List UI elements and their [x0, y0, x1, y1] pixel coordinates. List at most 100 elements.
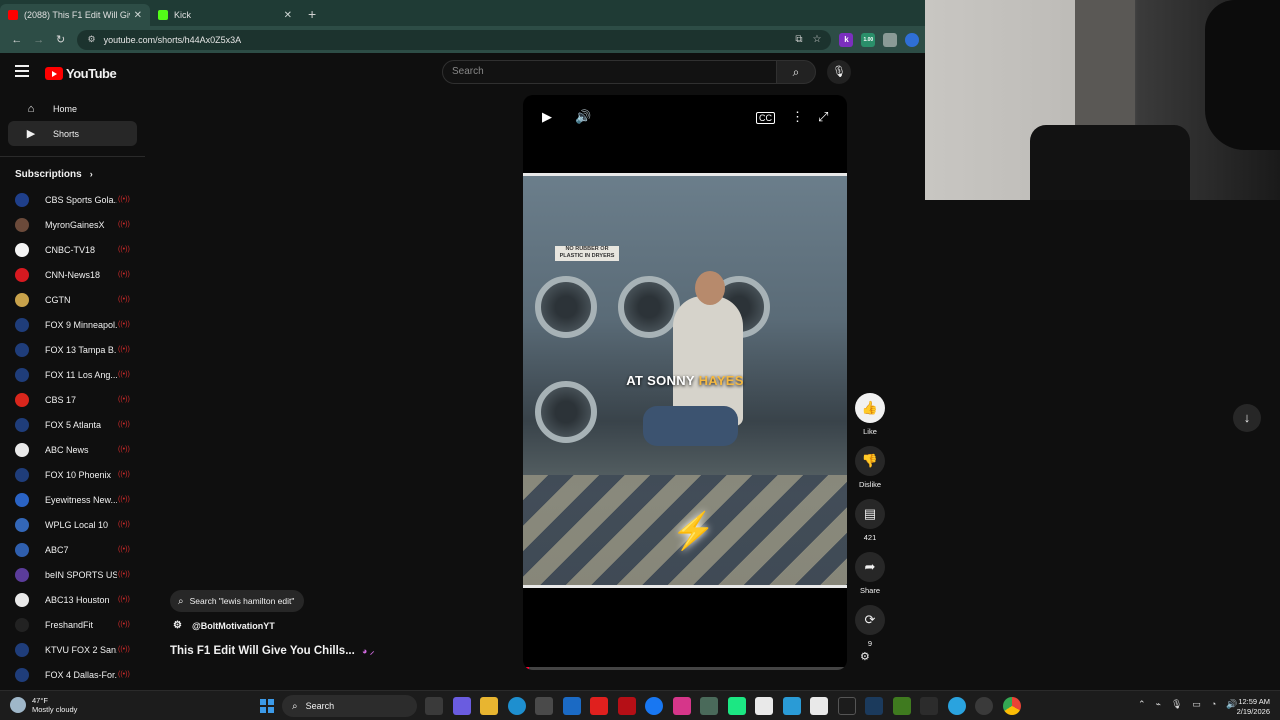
subscription-item[interactable]: FOX 9 Minneapol... ((•)) [0, 312, 145, 337]
amazon-icon[interactable] [755, 697, 773, 715]
facebook-icon[interactable] [645, 697, 663, 715]
close-tab-icon[interactable]: ✕ [134, 10, 142, 21]
voice-search-button[interactable]: 🎙 [827, 60, 851, 84]
profile-avatar-icon[interactable] [905, 32, 920, 47]
edge-icon[interactable] [507, 697, 526, 715]
nvidia-icon[interactable] [892, 697, 911, 715]
subscription-name: ABC News [45, 444, 89, 455]
extension-speed-icon[interactable]: 1.00 [861, 32, 876, 47]
tab-youtube[interactable]: (2088) This F1 Edit Will Give Yo ✕ [0, 4, 150, 26]
action-comment[interactable]: ▤ 421 [854, 499, 886, 542]
subscription-item[interactable]: KTVU FOX 2 San... ((•)) [0, 637, 145, 662]
menu-icon[interactable] [15, 65, 29, 80]
task-view-icon[interactable] [425, 697, 443, 715]
store-icon[interactable] [535, 697, 553, 715]
short-video-player[interactable]: ▶ 🔊 CC ⋮ ⤢ NO RUBBER OR PLASTIC IN DRYER… [523, 95, 847, 670]
sidebar-item-shorts[interactable]: ▶ Shorts [8, 121, 137, 146]
wifi-icon[interactable]: ◔ [1211, 699, 1216, 710]
next-short-button[interactable]: ↓ [1233, 404, 1261, 432]
video-title[interactable]: This F1 Edit Will Give You Chills... ◕ ⸝ [170, 644, 374, 657]
share-icon[interactable]: ➦ [855, 552, 885, 582]
subscription-item[interactable]: WPLG Local 10 ((•)) [0, 512, 145, 537]
channel-link[interactable]: ⚙ @BoltMotivationYT [173, 620, 275, 631]
youtube-logo[interactable]: YouTube [45, 66, 117, 81]
subscription-item[interactable]: ABC7 ((•)) [0, 537, 145, 562]
snowflake-app-icon[interactable] [782, 697, 801, 715]
subscriptions-header[interactable]: Subscriptions › [0, 165, 145, 183]
youtube-app-icon[interactable] [590, 697, 608, 715]
roblox-icon[interactable] [810, 697, 828, 715]
back-icon[interactable]: ← [6, 34, 28, 46]
video-progress-bar[interactable] [523, 667, 847, 670]
forward-icon[interactable]: → [28, 34, 50, 46]
remix-icon[interactable]: ⟳ [855, 605, 885, 635]
thumbs-down-icon[interactable]: 👎 [855, 446, 885, 476]
subscription-item[interactable]: FreshandFit ((•)) [0, 612, 145, 637]
action-remix[interactable]: ⟳ 9 [854, 605, 886, 648]
captions-icon[interactable]: CC [756, 112, 775, 124]
subscription-item[interactable]: FOX 5 Atlanta ((•)) [0, 412, 145, 437]
mail-icon[interactable] [700, 697, 718, 715]
action-share[interactable]: ➦ Share [854, 552, 886, 595]
taskbar-search[interactable]: ⌕ Search [282, 695, 417, 717]
close-tab-icon[interactable]: ✕ [284, 10, 292, 21]
file-explorer-icon[interactable] [480, 697, 498, 715]
tray-app-icon[interactable]: ⌁ [1156, 699, 1161, 710]
instagram-icon[interactable] [672, 697, 691, 715]
related-search-chip[interactable]: ⌕ Search "lewis hamilton edit" [170, 590, 305, 612]
tab-kick[interactable]: Kick ✕ [150, 4, 300, 26]
extension-puzzle-icon[interactable] [883, 32, 898, 47]
subscription-item[interactable]: FOX 4 Dallas-For... ((•)) [0, 662, 145, 687]
clock[interactable]: 12:59 AM 2/19/2026 [1228, 697, 1270, 717]
copilot-icon[interactable] [452, 697, 471, 715]
subscription-item[interactable]: Eyewitness New... ((•)) [0, 487, 145, 512]
subscription-item[interactable]: CBS Sports Gola... ((•)) [0, 187, 145, 212]
microphone-icon: 🎙 [832, 66, 846, 78]
new-tab-icon[interactable]: + [308, 6, 316, 22]
network-icon[interactable]: ▭ [1192, 699, 1201, 710]
subscription-item[interactable]: CNN-News18 ((•)) [0, 262, 145, 287]
action-thumbs-up[interactable]: 👍 Like [854, 393, 886, 436]
epic-games-icon[interactable] [920, 697, 938, 715]
subscription-item[interactable]: ABC13 Houston ((•)) [0, 587, 145, 612]
subscription-item[interactable]: FOX 10 Phoenix ((•)) [0, 462, 145, 487]
subscription-item[interactable]: CGTN ((•)) [0, 287, 145, 312]
fullscreen-icon[interactable]: ⤢ [818, 109, 828, 125]
bookmark-star-icon[interactable]: ☆ [813, 34, 822, 45]
site-info-icon[interactable]: ⚙ [87, 34, 95, 45]
capcut-icon[interactable] [837, 697, 856, 715]
subscription-item[interactable]: CBS 17 ((•)) [0, 387, 145, 412]
subscription-item[interactable]: CNBC-TV18 ((•)) [0, 237, 145, 262]
extension-k-icon[interactable]: k [839, 32, 854, 47]
subscription-item[interactable]: ABC News ((•)) [0, 437, 145, 462]
address-bar[interactable]: ⚙ youtube.com/shorts/h44Ax0Z5x3A ⧉ ☆ [77, 29, 832, 50]
channel-avatar [15, 392, 29, 407]
telegram-icon[interactable] [947, 697, 966, 715]
reload-icon[interactable]: ↻ [50, 33, 72, 46]
subscription-item[interactable]: FOX 11 Los Ang... ((•)) [0, 362, 145, 387]
action-thumbs-down[interactable]: 👎 Dislike [854, 446, 886, 489]
comment-icon[interactable]: ▤ [855, 499, 885, 529]
steam-icon[interactable] [865, 697, 883, 715]
tray-expand-icon[interactable]: ⌃ [1138, 699, 1146, 710]
tray-mic-icon[interactable]: 🎙 [1171, 699, 1182, 710]
search-input[interactable]: Search [442, 60, 777, 84]
netflix-icon[interactable] [617, 697, 636, 715]
subscription-item[interactable]: beIN SPORTS USA ((•)) [0, 562, 145, 587]
thumbs-up-icon[interactable]: 👍 [855, 393, 885, 423]
play-icon[interactable]: ▶ [542, 109, 552, 125]
install-app-icon[interactable]: ⧉ [795, 34, 802, 45]
search-button[interactable]: ⌕ [776, 60, 816, 84]
windows-start-icon[interactable] [260, 699, 274, 713]
hulu-icon[interactable] [727, 697, 746, 715]
more-options-icon[interactable]: ⋮ [791, 109, 804, 125]
remix-sound-icon[interactable]: ⚙ [860, 650, 870, 663]
chrome-icon[interactable] [1002, 697, 1021, 715]
sidebar-item-home[interactable]: ⌂ Home [8, 96, 137, 121]
outlook-icon[interactable] [562, 697, 581, 715]
weather-widget[interactable]: 47°F Mostly cloudy [10, 696, 77, 714]
obs-icon[interactable] [975, 697, 993, 715]
subscription-item[interactable]: MyronGainesX ((•)) [0, 212, 145, 237]
subscription-item[interactable]: FOX 13 Tampa B... ((•)) [0, 337, 145, 362]
volume-icon[interactable]: 🔊 [575, 109, 591, 125]
